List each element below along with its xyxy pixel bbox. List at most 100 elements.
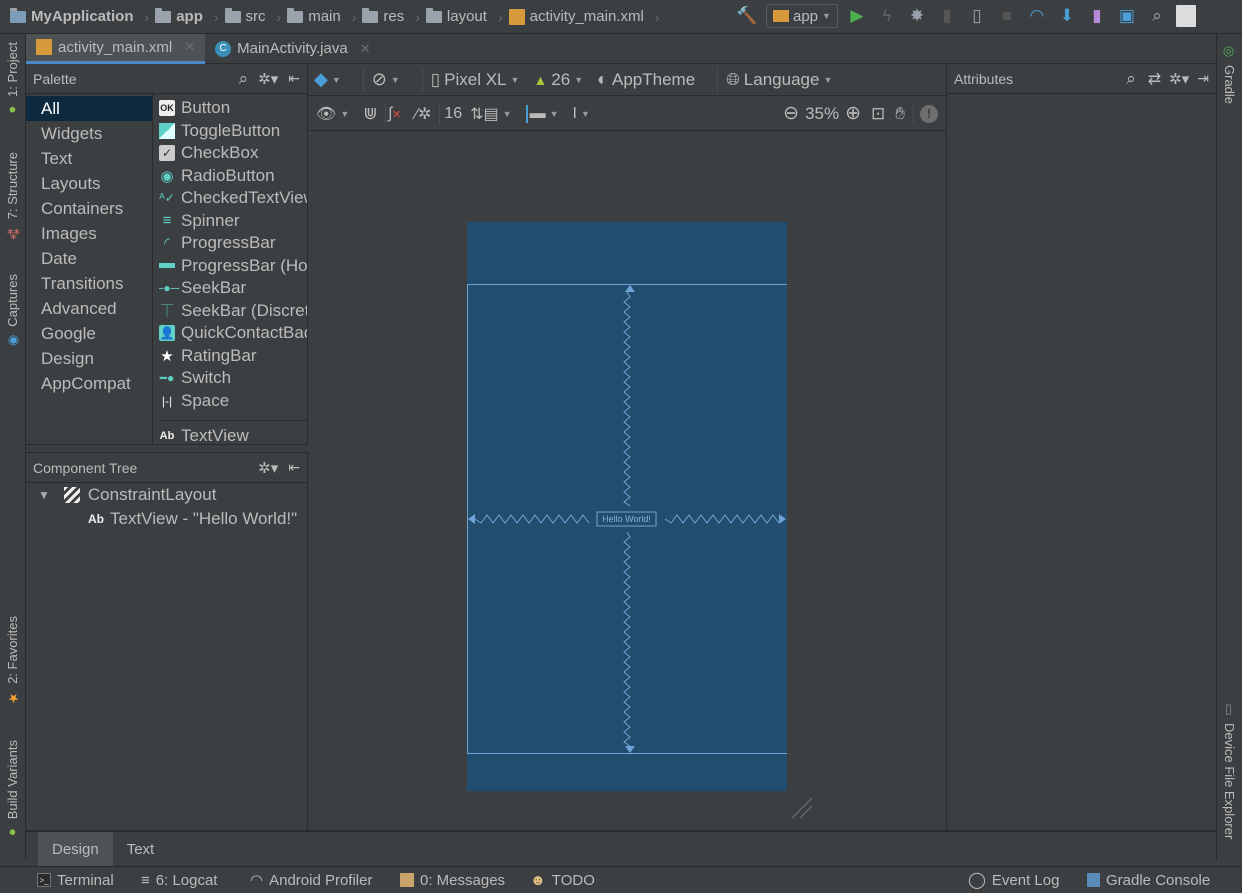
project-tool-button[interactable]: ● 1: Project [5,42,20,118]
textview-hello-world[interactable]: Hello World! [597,512,656,526]
expand-triangle-icon[interactable]: ▼ [38,488,50,502]
captures-tool-button[interactable]: ◉ Captures [5,274,20,348]
language-dropdown[interactable]: 🌐︎ Language ▼ [726,70,832,90]
infer-constraints-button[interactable]: ⁄✲ [415,104,431,124]
device-file-explorer-tool-button[interactable]: ▯ Device File Explorer [1222,702,1237,839]
zoom-to-fit-button[interactable]: ⊡ [871,104,885,124]
sdk-manager-icon[interactable]: ⬇ [1056,5,1078,27]
gear-icon[interactable]: ✲▾ [258,459,278,477]
event-log-button[interactable]: ◯ Event Log [968,870,1059,890]
widget-switch[interactable]: ━● Switch [159,367,307,390]
category-item[interactable]: Text [26,146,152,171]
widget-progressbar-horizontal[interactable]: ProgressBar (Horizontal) [159,255,307,278]
category-item[interactable]: AppCompat [26,371,152,396]
device-preview[interactable]: Hello World! [467,222,787,791]
todo-button[interactable]: ☻ TODO [530,872,595,889]
debug-icon[interactable]: ✸ [906,5,928,27]
category-item[interactable]: Design [26,346,152,371]
autoconnect-toggle[interactable]: ⋓ [363,104,377,124]
theme-button[interactable]: ◐ AppTheme [597,69,695,90]
search-icon[interactable]: ⌕ [1146,5,1168,27]
widget-checkedtextview[interactable]: ᴬ✓ CheckedTextView [159,187,307,210]
clear-constraints-button[interactable]: ʃ✕ [388,105,401,123]
search-icon[interactable]: ⌕ [1126,69,1136,89]
hide-panel-icon[interactable]: ⇤ [288,459,300,476]
category-item[interactable]: Advanced [26,296,152,321]
project-structure-icon[interactable]: ▣ [1116,5,1138,27]
category-item[interactable]: Images [26,221,152,246]
device-dropdown[interactable]: ▯ Pixel XL ▼ [431,70,520,90]
logcat-button[interactable]: ≡ 6: Logcat [141,872,217,889]
widget-ratingbar[interactable]: ★ RatingBar [159,345,307,368]
widget-button[interactable]: OK Button [159,97,307,120]
api-level-dropdown[interactable]: ▲ 26 ▼ [533,70,583,90]
build-hammer-icon[interactable]: 🔨 [736,5,758,27]
resize-handle-icon[interactable] [790,796,814,820]
profile-icon[interactable]: ▮ [936,5,958,27]
category-item[interactable]: All [26,96,152,121]
breadcrumb-layout[interactable]: layout › [425,7,503,25]
close-icon[interactable]: ✕ [184,39,195,55]
widget-spinner[interactable]: ≡ Spinner [159,210,307,233]
default-margin-value[interactable]: 16 [444,105,462,123]
breadcrumb-activity-main[interactable]: activity_main.xml › [508,8,659,25]
widget-checkbox[interactable]: ✓ CheckBox [159,142,307,165]
breadcrumb-main[interactable]: main › [287,7,356,25]
hide-panel-icon[interactable]: ⇥ [1197,70,1209,87]
hide-panel-icon[interactable]: ⇤ [288,70,300,87]
align-dropdown[interactable]: ▬ ▼ [525,104,559,123]
breadcrumb-myapplication[interactable]: MyApplication › [10,7,149,25]
widget-togglebutton[interactable]: ToggleButton [159,120,307,143]
pack-dropdown[interactable]: ⇅▤ ▼ [470,104,511,124]
attach-debugger-icon[interactable]: ▯ [966,5,988,27]
gear-icon[interactable]: ✲▾ [1169,70,1189,88]
zoom-in-button[interactable]: ⊕ [845,102,861,125]
android-profiler-button[interactable]: ◠ Android Profiler [250,871,372,890]
swap-view-icon[interactable]: ⇄ [1148,69,1161,89]
close-icon[interactable]: ✕ [360,41,371,57]
tree-node-constraintlayout[interactable]: ▼ ConstraintLayout [26,483,307,507]
zoom-out-button[interactable]: ⊖ [783,102,799,125]
widget-progressbar[interactable]: ◜ ProgressBar [159,232,307,255]
gear-icon[interactable]: ✲▾ [258,70,278,88]
tab-text[interactable]: Text [113,832,169,866]
tab-mainactivity-java[interactable]: C MainActivity.java ✕ [205,34,381,64]
design-surface-dropdown[interactable]: ◆ ▼ [314,69,341,90]
tree-node-textview[interactable]: Ab TextView - "Hello World!" [26,507,307,531]
search-icon[interactable]: ⌕ [239,69,249,89]
breadcrumb-res[interactable]: res › [362,7,420,25]
warnings-button[interactable]: ! [920,104,938,123]
widget-seekbar[interactable]: ─●─SeekBar [159,277,307,300]
widget-textview[interactable]: Ab TextView [159,425,307,444]
terminal-button[interactable]: >_ Terminal [37,872,114,889]
apply-changes-icon[interactable]: ϟ [876,5,898,27]
build-variants-tool-button[interactable]: ● Build Variants [5,740,20,840]
view-options-dropdown[interactable]: 👁︎ ▼ [316,104,349,124]
user-avatar-icon[interactable] [1175,5,1196,27]
pan-button[interactable]: ✋︎ [895,104,905,124]
category-item[interactable]: Google [26,321,152,346]
widget-seekbar-discrete[interactable]: ⏉SeekBar (Discrete) [159,300,307,323]
avd-manager-icon[interactable]: ▮ [1086,5,1108,27]
tab-activity-main-xml[interactable]: activity_main.xml ✕ [26,33,206,64]
category-item[interactable]: Containers [26,196,152,221]
run-config-dropdown[interactable]: app ▼ [766,4,838,28]
breadcrumb-app[interactable]: app › [155,7,219,25]
guidelines-dropdown[interactable]: Ι ▼ [573,105,590,123]
messages-button[interactable]: 0: Messages [400,872,505,889]
category-item[interactable]: Transitions [26,271,152,296]
category-item[interactable]: Date [26,246,152,271]
splitter-handle[interactable] [26,444,308,452]
gradle-tool-button[interactable]: ◎ Gradle [1222,44,1237,104]
stop-icon[interactable]: ■ [996,5,1018,27]
widget-space[interactable]: |‑| Space [159,390,307,413]
orientation-dropdown[interactable]: ⊘ ▼ [372,69,400,90]
favorites-tool-button[interactable]: ★ 2: Favorites [5,616,20,705]
category-item[interactable]: Widgets [26,121,152,146]
android-profiler-icon[interactable]: ◠ [1026,5,1048,27]
run-icon[interactable]: ▶ [846,5,868,27]
widget-radiobutton[interactable]: ◉ RadioButton [159,165,307,188]
structure-tool-button[interactable]: ⁂ 7: Structure [5,152,20,240]
tab-design[interactable]: Design [38,832,113,866]
breadcrumb-src[interactable]: src › [224,7,281,25]
